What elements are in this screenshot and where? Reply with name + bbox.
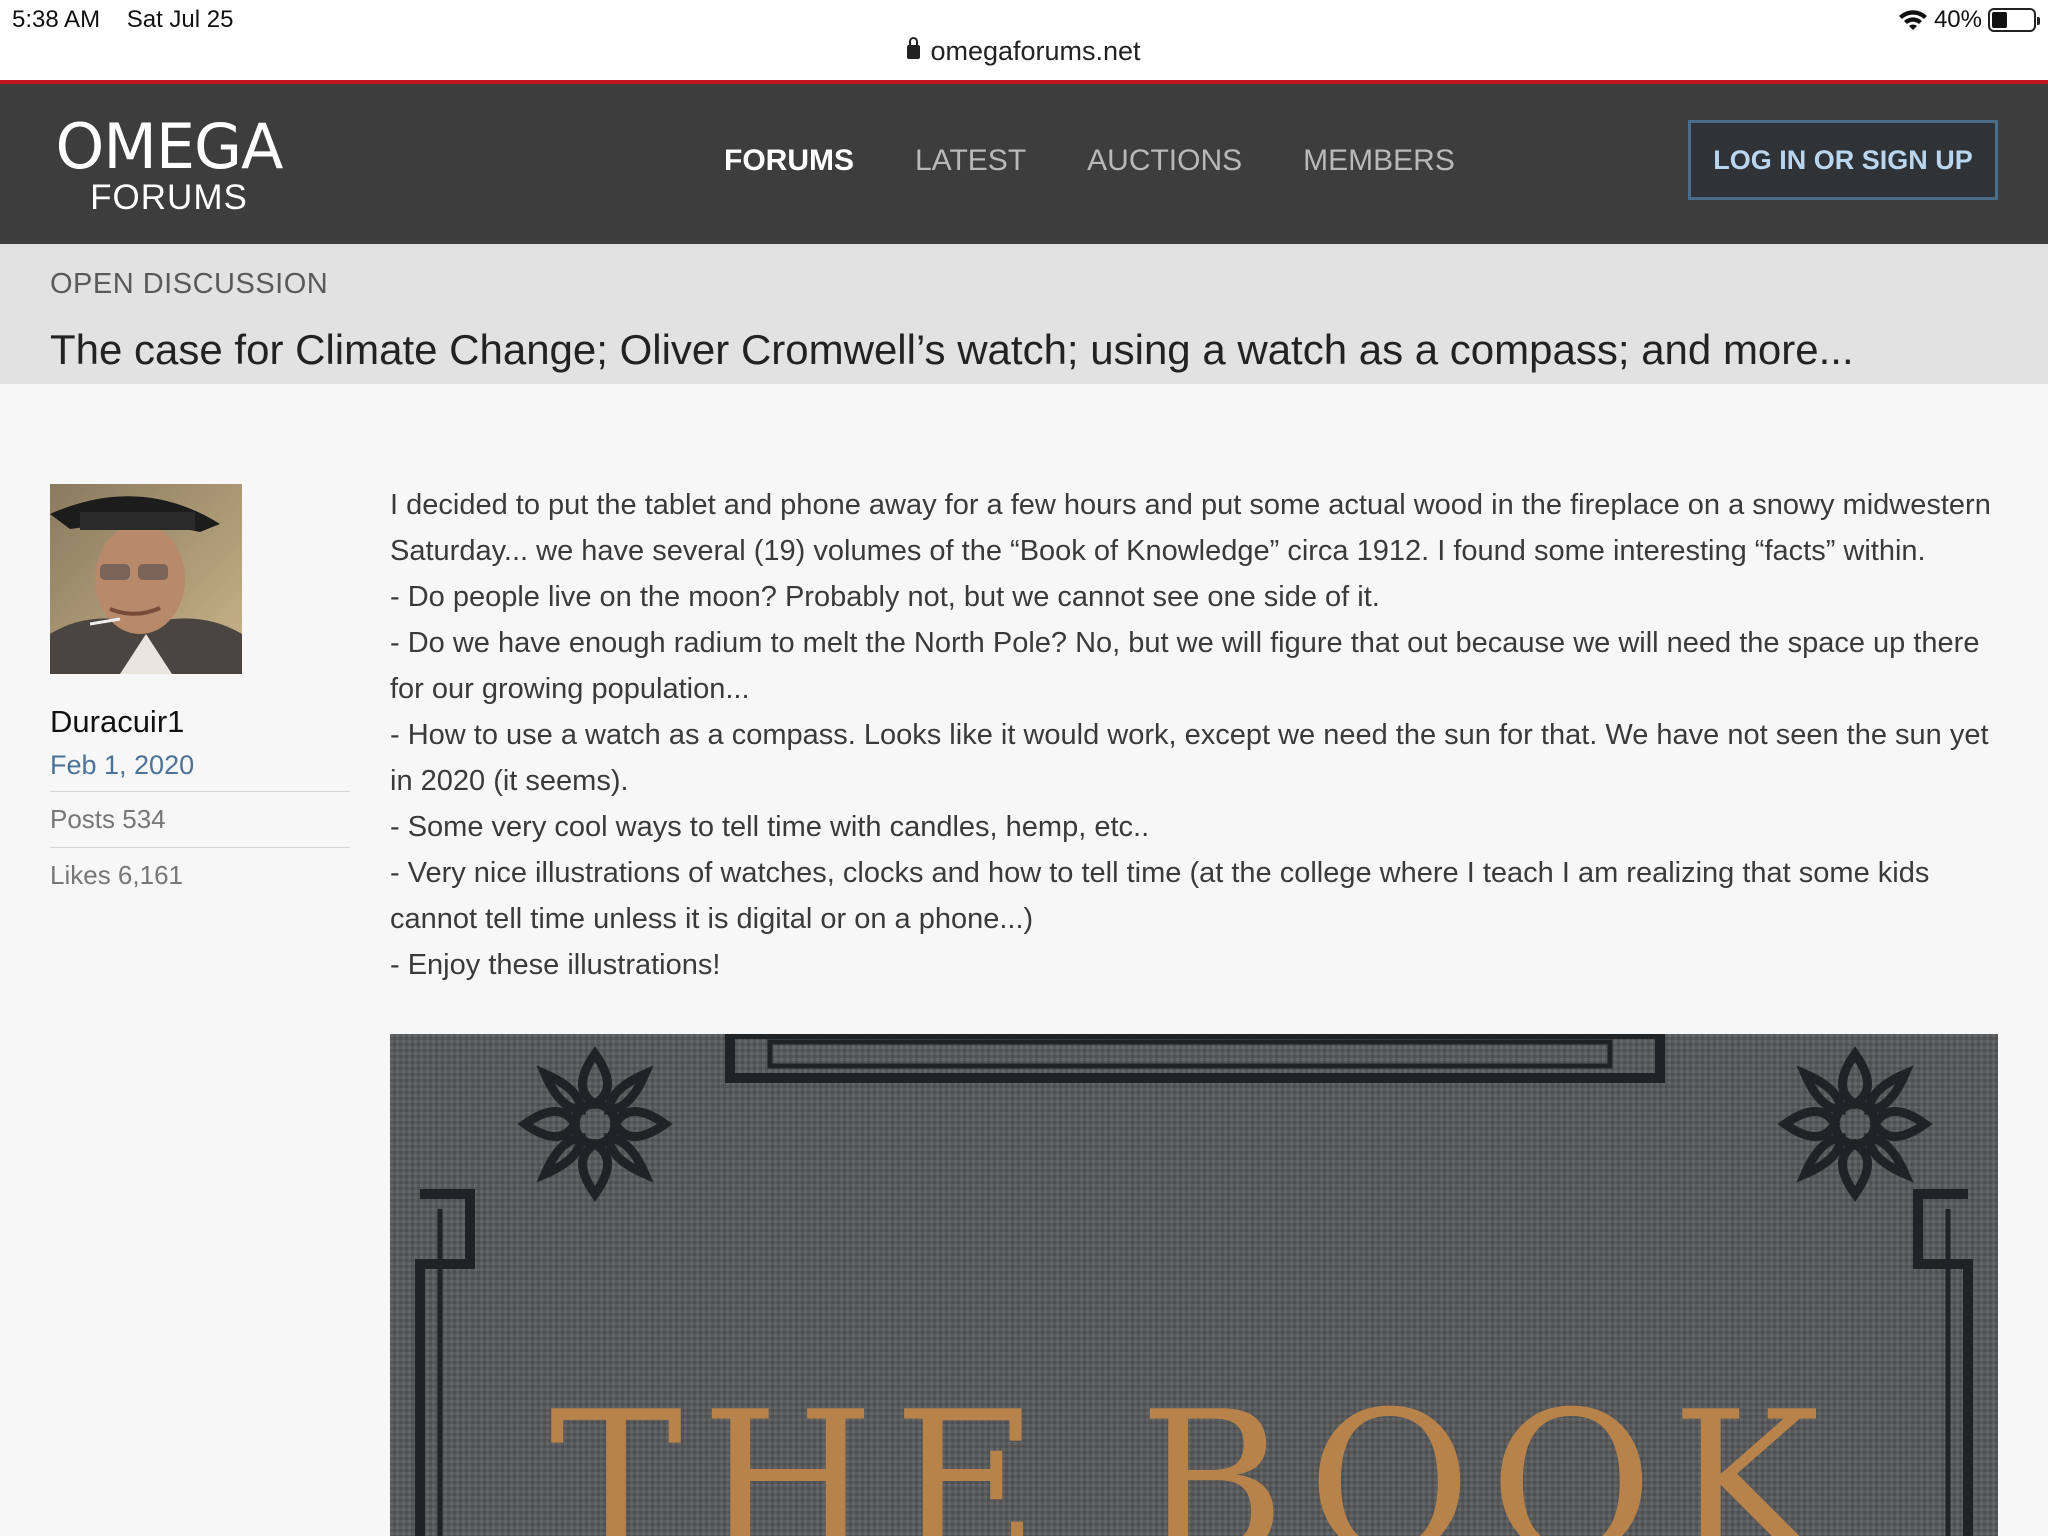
avatar[interactable] [50,484,242,674]
main-nav: FORUMS LATEST AUCTIONS MEMBERS [724,144,1455,178]
post-paragraph: - Do we have enough radium to melt the N… [390,627,1980,705]
post-paragraph: - Some very cool ways to tell time with … [390,811,1150,843]
book-cover-image[interactable]: THE BOOK [390,1034,1998,1536]
wifi-icon [1898,10,1927,30]
logo-forums-text: FORUMS [90,178,248,217]
status-clock: 5:38 AM [12,6,101,33]
address-bar[interactable]: omegaforums.net [0,36,2048,67]
nav-auctions[interactable]: AUCTIONS [1087,144,1242,178]
nav-latest[interactable]: LATEST [915,144,1026,178]
post-paragraph: I decided to put the tablet and phone aw… [390,489,1991,567]
breadcrumb[interactable]: OPEN DISCUSSION [50,268,328,301]
post-date[interactable]: Feb 1, 2020 [50,750,350,792]
post-author-name[interactable]: Duracuir1 [50,704,350,740]
site-header: OMEGA FORUMS FORUMS LATEST AUCTIONS MEMB… [0,80,2048,244]
nav-members[interactable]: MEMBERS [1303,144,1455,178]
post-paragraph: - Do people live on the moon? Probably n… [390,581,1380,613]
site-logo[interactable]: OMEGA FORUMS [49,110,289,218]
post-paragraph: - Enjoy these illustrations! [390,949,721,981]
battery-percent: 40% [1933,6,1982,33]
post-author-panel: Duracuir1 Feb 1, 2020 Posts 534 Likes 6,… [50,484,350,903]
login-signup-button[interactable]: LOG IN OR SIGN UP [1688,120,1998,200]
nav-forums[interactable]: FORUMS [724,144,854,178]
logo-omega-text: OMEGA [55,110,284,183]
post-paragraph: - How to use a watch as a compass. Looks… [390,719,1989,797]
thread-header: OPEN DISCUSSION The case for Climate Cha… [0,244,2048,384]
status-indicators: 40% [1898,6,2040,34]
page-title: The case for Climate Change; Oliver Crom… [50,326,1854,373]
status-bar: 5:38 AM Sat Jul 25 40% omegaforums.net [0,0,2048,82]
address-url[interactable]: omegaforums.net [930,36,1140,66]
status-time: 5:38 AM Sat Jul 25 [12,6,233,34]
battery-icon [1988,8,2040,32]
book-cover-title: THE BOOK [549,1369,1838,1536]
author-likes-count: Likes 6,161 [50,860,183,890]
author-posts-count: Posts 534 [50,792,350,848]
status-date: Sat Jul 25 [126,6,234,33]
lock-icon [907,37,921,59]
post-paragraph: - Very nice illustrations of watches, cl… [390,857,1930,935]
post-content: I decided to put the tablet and phone aw… [390,482,2000,988]
